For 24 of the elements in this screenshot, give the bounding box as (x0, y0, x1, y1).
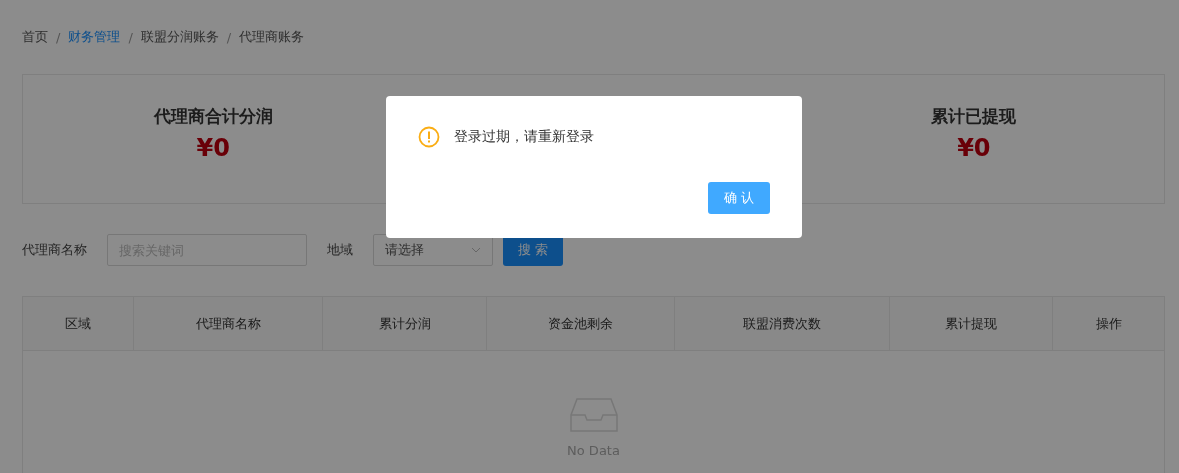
column-header: 操作 (1094, 314, 1123, 333)
dialog-message: 登录过期，请重新登录 (454, 128, 594, 146)
column-header: 资金池剩余 (487, 297, 675, 350)
stat-label: 代理商合计分润 (153, 104, 273, 128)
warning-icon (418, 126, 440, 148)
breadcrumb-link[interactable]: 财务管理 (68, 28, 121, 46)
breadcrumb-separator: / (56, 29, 61, 45)
chevron-down-icon (471, 247, 481, 253)
confirm-button[interactable]: 确 认 (707, 182, 770, 214)
column-header: 代理商名称 (134, 297, 323, 350)
breadcrumb-link[interactable]: 首页 (22, 28, 48, 46)
column-header: 累计提现 (890, 297, 1053, 350)
stat-label: 累计已提现 (931, 104, 1017, 128)
breadcrumb-link[interactable]: 代理商账务 (239, 28, 305, 46)
filter-label: 地域 (327, 241, 353, 259)
breadcrumb-link[interactable]: 联盟分润账务 (140, 28, 219, 46)
filter-label: 代理商名称 (22, 241, 87, 259)
column-header: 联盟消费次数 (675, 297, 890, 350)
column-header: 区域 (23, 297, 134, 350)
stat-value: ¥0 (957, 133, 991, 162)
breadcrumb-separator: / (128, 29, 133, 45)
breadcrumb-separator: / (226, 29, 232, 45)
column-header: 累计分润 (323, 297, 487, 350)
stat-value: ¥0 (196, 133, 230, 162)
